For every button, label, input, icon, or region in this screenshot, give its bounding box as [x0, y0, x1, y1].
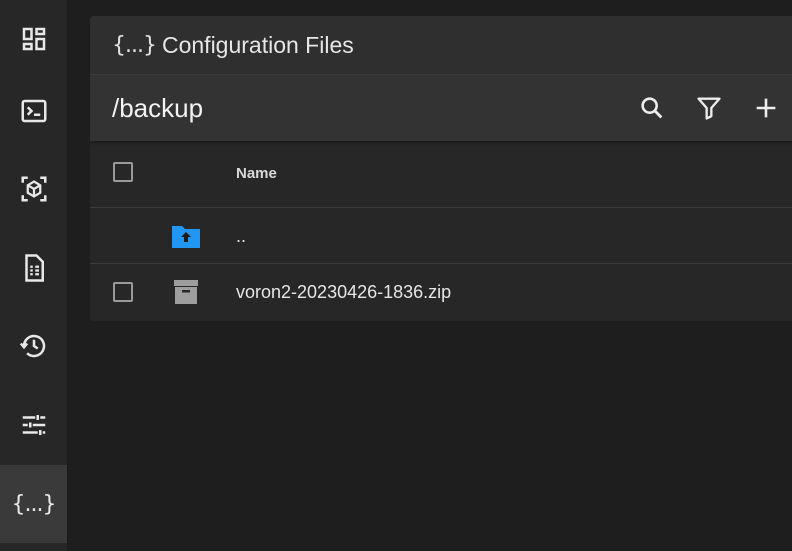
- nav-console[interactable]: [0, 72, 67, 150]
- archive-icon: [174, 280, 198, 304]
- add-button[interactable]: [750, 92, 782, 124]
- nav-dashboard[interactable]: [0, 0, 67, 78]
- plus-icon: [756, 98, 776, 118]
- file-document-icon: [24, 254, 44, 282]
- sidebar: {...}: [0, 0, 68, 551]
- page-title: Configuration Files: [161, 31, 354, 58]
- filter-button[interactable]: [693, 92, 725, 124]
- filter-icon: [697, 97, 721, 120]
- row-checkbox[interactable]: [113, 282, 133, 302]
- braces-icon: {...}: [112, 32, 157, 58]
- history-icon: [19, 334, 45, 358]
- current-path: /backup: [112, 92, 204, 123]
- column-header-name[interactable]: Name: [236, 165, 277, 182]
- search-icon: [641, 97, 663, 119]
- dashboard-icon: [22, 27, 45, 51]
- file-toolbar: /backup: [90, 75, 792, 141]
- nav-gcode-files[interactable]: [0, 229, 67, 307]
- folder-up-icon: [172, 226, 200, 248]
- table-row[interactable]: ..: [90, 208, 792, 264]
- console-icon: [21, 99, 46, 123]
- file-name: voron2-20230426-1836.zip: [236, 282, 452, 302]
- nav-history[interactable]: [0, 307, 67, 385]
- select-all-checkbox[interactable]: [113, 162, 133, 182]
- nav-objects[interactable]: [0, 150, 67, 228]
- nav-configuration[interactable]: {...}: [0, 465, 67, 543]
- nav-tune[interactable]: [0, 386, 67, 464]
- cube-icon: [21, 176, 46, 202]
- table-header: Name: [90, 141, 792, 208]
- config-files-card: {...} Configuration Files /backup Name .…: [90, 16, 792, 321]
- file-name: ..: [236, 226, 247, 246]
- braces-icon: {...}: [11, 491, 57, 517]
- search-button[interactable]: [636, 92, 668, 124]
- tune-icon: [22, 415, 45, 435]
- table-row[interactable]: voron2-20230426-1836.zip: [90, 264, 792, 319]
- card-header: {...} Configuration Files: [90, 16, 792, 75]
